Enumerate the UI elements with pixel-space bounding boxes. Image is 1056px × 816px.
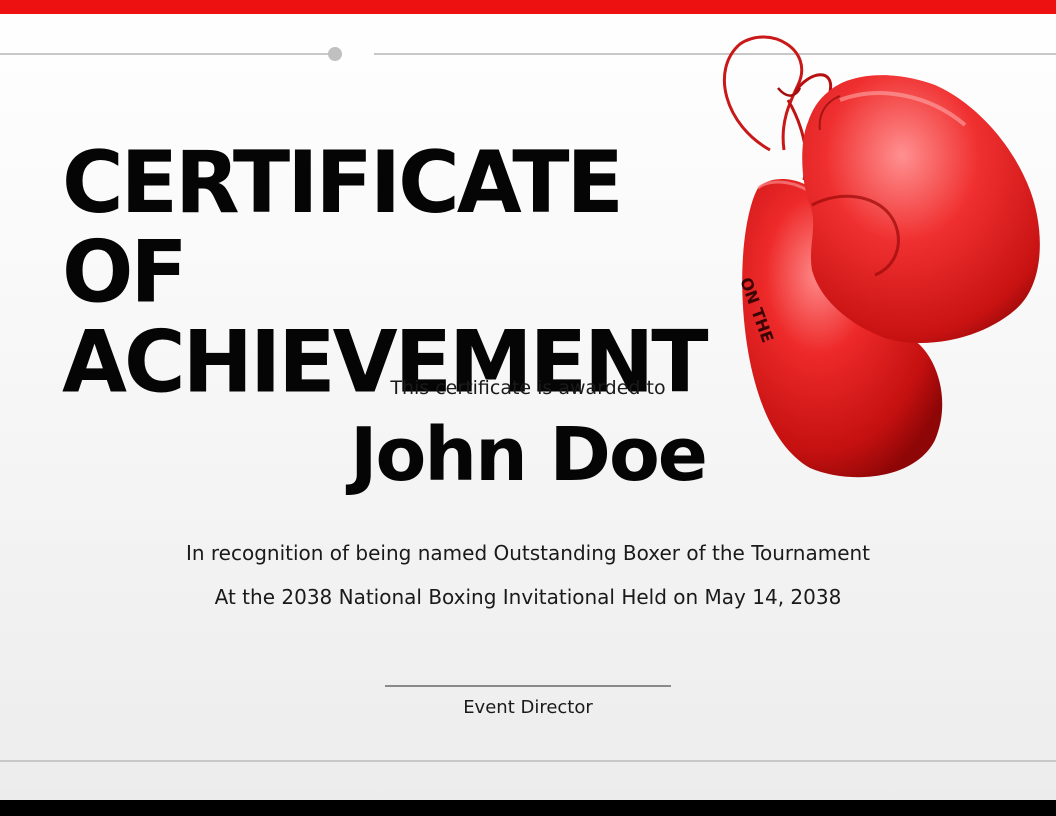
bottom-accent-bar <box>0 800 1056 816</box>
recognition-line-2: At the 2038 National Boxing Invitational… <box>214 585 842 609</box>
signature-label: Event Director <box>463 697 593 718</box>
top-divider-left <box>0 53 330 55</box>
certificate-title: CERTIFICATE OF ACHIEVEMENT <box>62 137 762 406</box>
signature-line <box>385 685 671 687</box>
awarded-text: This certificate is awarded to <box>390 377 666 399</box>
recipient-name: John Doe <box>350 412 708 498</box>
divider-dot <box>328 47 342 61</box>
recognition-line-1: In recognition of being named Outstandin… <box>185 541 871 565</box>
top-accent-bar <box>0 0 1056 14</box>
right-glove <box>802 75 1040 343</box>
title-line-1: CERTIFICATE OF <box>62 132 624 322</box>
bottom-divider <box>0 760 1056 762</box>
lace-loop <box>723 35 804 152</box>
